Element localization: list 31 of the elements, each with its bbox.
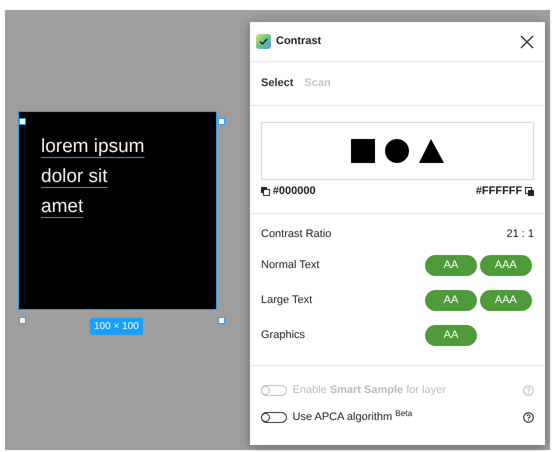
swatch-icon xyxy=(261,186,270,196)
resize-handle[interactable] xyxy=(19,118,26,125)
app-icon xyxy=(256,34,270,49)
resize-handle[interactable] xyxy=(19,317,26,324)
row-label: Graphics xyxy=(261,328,306,343)
row-label: Contrast Ratio xyxy=(261,226,332,242)
help-icon[interactable] xyxy=(523,412,534,423)
panel-title: Contrast xyxy=(276,34,322,50)
row-label: Large Text xyxy=(261,293,314,308)
option-label: Enable Smart Sample for layer xyxy=(292,383,447,398)
text-line: dolor sit xyxy=(41,165,108,189)
text-line: lorem ipsum xyxy=(41,135,144,159)
size-label: 100 × 100 xyxy=(90,318,143,335)
result-badge: AA xyxy=(425,324,477,346)
resize-handle[interactable] xyxy=(218,118,225,125)
result-badge: AAA xyxy=(480,254,532,276)
color-value: #FFFFFF xyxy=(476,184,522,199)
swatch-icon xyxy=(525,186,534,196)
frame[interactable]: lorem ipsum dolor sit amet xyxy=(18,111,217,310)
option-label: Use APCA algorithm $^{Beta}$ xyxy=(292,409,414,426)
tab[interactable]: Select xyxy=(261,75,294,92)
result-badge: AA xyxy=(425,290,477,311)
color-value: #000000 xyxy=(272,184,316,199)
ratio-value: 21 : 1 xyxy=(506,226,534,242)
row-label: Normal Text xyxy=(261,258,320,273)
result-badge: AAA xyxy=(480,290,532,311)
toggle-switch[interactable] xyxy=(261,412,287,423)
result-badge: AA xyxy=(425,254,477,276)
resize-handle[interactable] xyxy=(218,317,225,324)
text-line: amet xyxy=(41,195,84,219)
close-button[interactable] xyxy=(520,34,534,48)
